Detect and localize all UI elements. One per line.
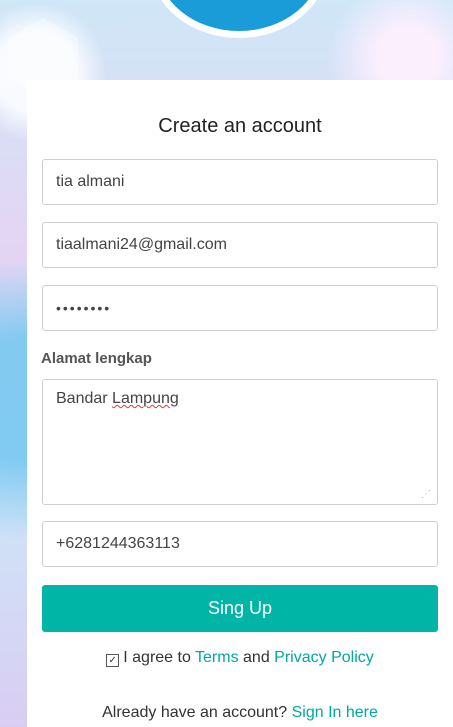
resize-grip-icon[interactable]: ⋰ — [421, 490, 431, 500]
address-text-part1: Bandar — [56, 390, 113, 407]
signup-card: Create an account Alamat lengkap Bandar … — [27, 80, 453, 727]
signup-button[interactable]: Sing Up — [42, 585, 438, 632]
signin-prefix: Already have an account? — [102, 704, 292, 721]
address-text-part2: Lampung — [112, 390, 179, 407]
logo-circle — [150, 0, 328, 38]
phone-input[interactable] — [42, 521, 438, 567]
privacy-link[interactable]: Privacy Policy — [274, 649, 374, 666]
agree-checkbox[interactable]: ✓ — [106, 654, 120, 667]
signin-link[interactable]: Sign In here — [292, 704, 378, 721]
agree-and: and — [238, 649, 275, 666]
agree-row: ✓ I agree to Terms and Privacy Policy — [27, 649, 453, 667]
terms-link[interactable]: Terms — [195, 649, 239, 666]
address-textarea[interactable]: Bandar Lampung ⋰ — [42, 379, 438, 505]
email-input[interactable] — [42, 222, 438, 268]
agree-prefix: I agree to — [123, 649, 196, 666]
form-title: Create an account — [158, 115, 322, 137]
address-label: Alamat lengkap — [41, 350, 152, 367]
signin-row: Already have an account? Sign In here — [27, 704, 453, 722]
password-input[interactable] — [42, 285, 438, 331]
name-input[interactable] — [42, 159, 438, 205]
